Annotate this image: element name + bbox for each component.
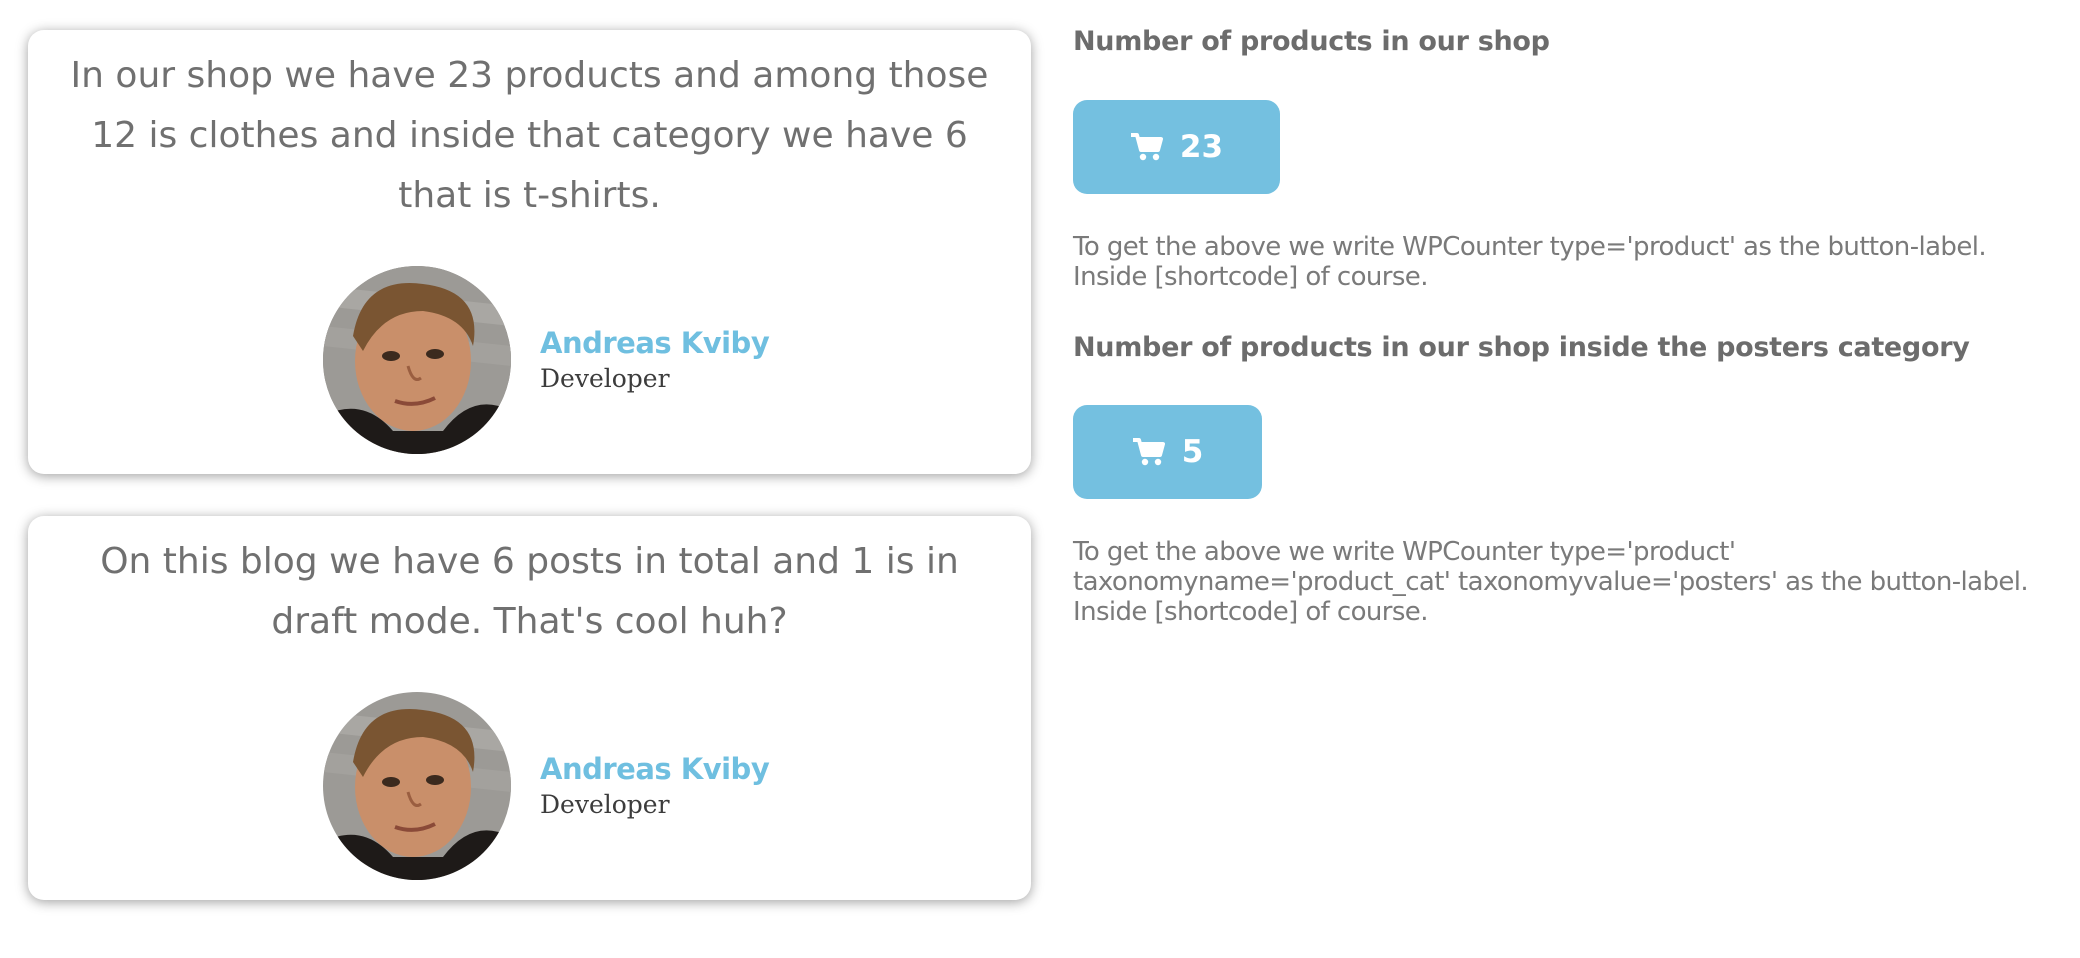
- product-count: 23: [1179, 129, 1224, 165]
- avatar: [323, 692, 511, 880]
- author-role: Developer: [540, 790, 670, 819]
- author-role: Developer: [540, 364, 670, 393]
- cart-icon: [1132, 437, 1166, 467]
- posters-count-button[interactable]: 5: [1073, 405, 1262, 499]
- counter-description: To get the above we write WPCounter type…: [1073, 232, 1987, 292]
- cart-icon: [1130, 132, 1164, 162]
- counter-description: To get the above we write WPCounter type…: [1073, 537, 2029, 627]
- testimonial-author: Andreas Kviby Developer: [323, 266, 770, 454]
- posters-count: 5: [1181, 434, 1204, 470]
- product-count-button[interactable]: 23: [1073, 100, 1280, 194]
- counter-heading: Number of products in our shop: [1073, 26, 1550, 57]
- author-info: Andreas Kviby Developer: [540, 750, 770, 822]
- author-name[interactable]: Andreas Kviby: [540, 750, 770, 788]
- testimonial-card: On this blog we have 6 posts in total an…: [28, 516, 1031, 900]
- testimonial-quote: On this blog we have 6 posts in total an…: [100, 541, 959, 642]
- testimonial-quote: In our shop we have 23 products and amon…: [70, 55, 989, 216]
- author-name[interactable]: Andreas Kviby: [540, 324, 770, 362]
- testimonial-author: Andreas Kviby Developer: [323, 692, 770, 880]
- author-info: Andreas Kviby Developer: [540, 324, 770, 396]
- testimonial-card: In our shop we have 23 products and amon…: [28, 30, 1031, 474]
- counter-heading: Number of products in our shop inside th…: [1073, 332, 1970, 363]
- avatar: [323, 266, 511, 454]
